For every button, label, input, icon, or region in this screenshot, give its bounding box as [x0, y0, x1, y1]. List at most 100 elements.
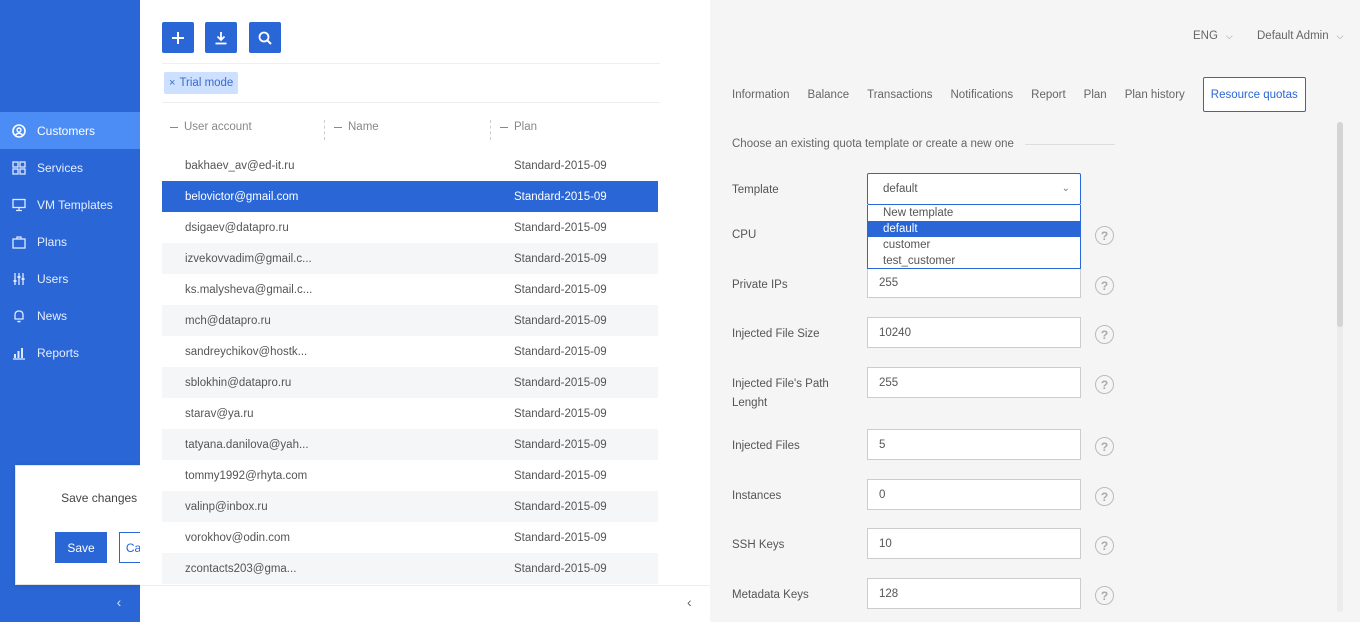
bell-icon — [12, 309, 26, 323]
injected-files-label: Injected Files — [732, 440, 800, 452]
template-dropdown-list: New template default customer test_custo… — [867, 205, 1081, 269]
table-row[interactable]: starav@ya.ru Standard-2015-09 — [162, 398, 658, 429]
add-customer-button[interactable] — [162, 22, 194, 53]
sidebar-item-reports[interactable]: Reports — [0, 334, 140, 371]
column-header-name[interactable]: Name — [334, 121, 379, 133]
sidebar-item-label: Reports — [37, 345, 80, 360]
sort-dash-icon — [334, 126, 342, 128]
template-option-test-customer[interactable]: test_customer — [868, 253, 1080, 269]
divider — [162, 102, 660, 103]
divider — [1025, 144, 1115, 145]
table-row[interactable]: mch@datapro.ru Standard-2015-09 — [162, 305, 658, 336]
tab-transactions[interactable]: Transactions — [867, 77, 941, 112]
help-icon[interactable]: ? — [1095, 226, 1114, 245]
export-button[interactable] — [205, 22, 237, 53]
tab-information[interactable]: Information — [732, 77, 799, 112]
column-header-plan[interactable]: Plan — [500, 121, 537, 133]
help-icon[interactable]: ? — [1095, 586, 1114, 605]
injected-file-size-label: Injected File Size — [732, 328, 820, 340]
help-icon[interactable]: ? — [1095, 325, 1114, 344]
tab-plan[interactable]: Plan — [1084, 77, 1116, 112]
filter-chip-label: Trial mode — [179, 77, 234, 89]
sidebar-item-news[interactable]: News — [0, 297, 140, 334]
sidebar-item-label: Services — [37, 160, 84, 175]
remove-filter-icon[interactable]: × — [169, 77, 175, 89]
sidebar-item-label: Users — [37, 271, 69, 286]
tab-notifications[interactable]: Notifications — [951, 77, 1023, 112]
metadata-keys-input[interactable]: 128 — [867, 578, 1081, 609]
customer-table: bakhaev_av@ed-it.ru Standard-2015-09 belo… — [162, 150, 658, 584]
column-header-user-account[interactable]: User account — [170, 121, 252, 133]
divider — [162, 63, 660, 64]
table-row[interactable]: sandreychikov@hostk... Standard-2015-09 — [162, 336, 658, 367]
injected-files-input[interactable]: 5 — [867, 429, 1081, 460]
sidebar-item-label: VM Templates — [37, 197, 113, 212]
language-selector[interactable]: ENG ⌵ — [1193, 30, 1233, 42]
template-label: Template — [732, 184, 779, 196]
grid-icon — [12, 160, 26, 175]
bar-chart-icon — [12, 346, 26, 360]
scrollbar-thumb[interactable] — [1337, 122, 1343, 327]
sidebar-item-customers[interactable]: Customers — [0, 112, 140, 149]
table-row[interactable]: izvekovvadim@gmail.c... Standard-2015-09 — [162, 243, 658, 274]
column-divider[interactable] — [324, 120, 325, 140]
table-row[interactable]: tatyana.danilova@yah... Standard-2015-09 — [162, 429, 658, 460]
customer-detail-panel: ENG ⌵ Default Admin ⌵ Information Balance … — [710, 0, 1360, 622]
table-row-selected[interactable]: belovictor@gmail.com Standard-2015-09 — [162, 181, 658, 212]
sidebar-item-plans[interactable]: Plans — [0, 223, 140, 260]
help-icon[interactable]: ? — [1095, 276, 1114, 295]
injected-file-path-length-input[interactable]: 255 — [867, 367, 1081, 398]
chevron-down-icon: ⌵ — [1225, 31, 1233, 41]
download-icon — [215, 31, 227, 44]
help-icon[interactable]: ? — [1095, 487, 1114, 506]
sidebar-collapse-chevron-icon[interactable]: ‹ — [112, 594, 126, 612]
plus-icon — [172, 31, 184, 44]
sidebar-item-users[interactable]: Users — [0, 260, 140, 297]
cpu-label: CPU — [732, 229, 757, 241]
table-row[interactable]: ks.malysheva@gmail.c... Standard-2015-09 — [162, 274, 658, 305]
table-row[interactable]: tommy1992@rhyta.com Standard-2015-09 — [162, 460, 658, 491]
filter-chip-trial-mode[interactable]: × Trial mode — [164, 72, 239, 94]
sidebar-item-label: Customers — [37, 123, 96, 138]
divider — [140, 585, 710, 586]
table-row[interactable]: bakhaev_av@ed-it.ru Standard-2015-09 — [162, 150, 658, 181]
private-ips-label: Private IPs — [732, 279, 788, 291]
customer-list-panel: × Trial mode User account Name Plan bakh… — [140, 0, 710, 622]
user-menu[interactable]: Default Admin ⌵ — [1257, 30, 1343, 42]
sidebar-item-label: News — [37, 308, 68, 323]
table-row[interactable]: vorokhov@odin.com Standard-2015-09 — [162, 522, 658, 553]
ssh-keys-label: SSH Keys — [732, 539, 785, 551]
help-icon[interactable]: ? — [1095, 375, 1114, 394]
template-option-new[interactable]: New template — [868, 205, 1080, 221]
table-row[interactable]: sblokhin@datapro.ru Standard-2015-09 — [162, 367, 658, 398]
table-row[interactable]: zcontacts203@gma... Standard-2015-09 — [162, 553, 658, 584]
sidebar-item-vm-templates[interactable]: VM Templates — [0, 186, 140, 223]
template-option-customer[interactable]: customer — [868, 237, 1080, 253]
template-select[interactable]: default ⌄ — [867, 173, 1081, 205]
save-button[interactable]: Save — [55, 532, 107, 563]
sidebar-item-label: Plans — [37, 234, 68, 249]
injected-file-size-input[interactable]: 10240 — [867, 317, 1081, 348]
tab-report[interactable]: Report — [1031, 77, 1075, 112]
tab-balance[interactable]: Balance — [808, 77, 859, 112]
template-option-default[interactable]: default — [868, 221, 1080, 237]
table-row[interactable]: valinp@inbox.ru Standard-2015-09 — [162, 491, 658, 522]
panel-collapse-chevron-icon[interactable]: ‹ — [687, 594, 692, 610]
help-icon[interactable]: ? — [1095, 437, 1114, 456]
search-icon — [258, 31, 272, 45]
injected-file-path-length-label: Injected File's Path Lenght — [732, 378, 829, 409]
table-row[interactable]: dsigaev@datapro.ru Standard-2015-09 — [162, 212, 658, 243]
tab-resource-quotas[interactable]: Resource quotas — [1202, 77, 1306, 112]
sidebar-item-services[interactable]: Services — [0, 149, 140, 186]
quota-hint: Choose an existing quota template or cre… — [732, 138, 1014, 150]
instances-input[interactable]: 0 — [867, 479, 1081, 510]
metadata-keys-label: Metadata Keys — [732, 589, 809, 601]
help-icon[interactable]: ? — [1095, 536, 1114, 555]
tab-plan-history[interactable]: Plan history — [1125, 77, 1194, 112]
search-button[interactable] — [249, 22, 281, 53]
sidebar-nav: Customers Services VM Templates Plans Us… — [0, 112, 140, 371]
column-divider[interactable] — [490, 120, 491, 140]
briefcase-icon — [12, 235, 26, 249]
ssh-keys-input[interactable]: 10 — [867, 528, 1081, 559]
private-ips-input[interactable]: 255 — [867, 267, 1081, 298]
